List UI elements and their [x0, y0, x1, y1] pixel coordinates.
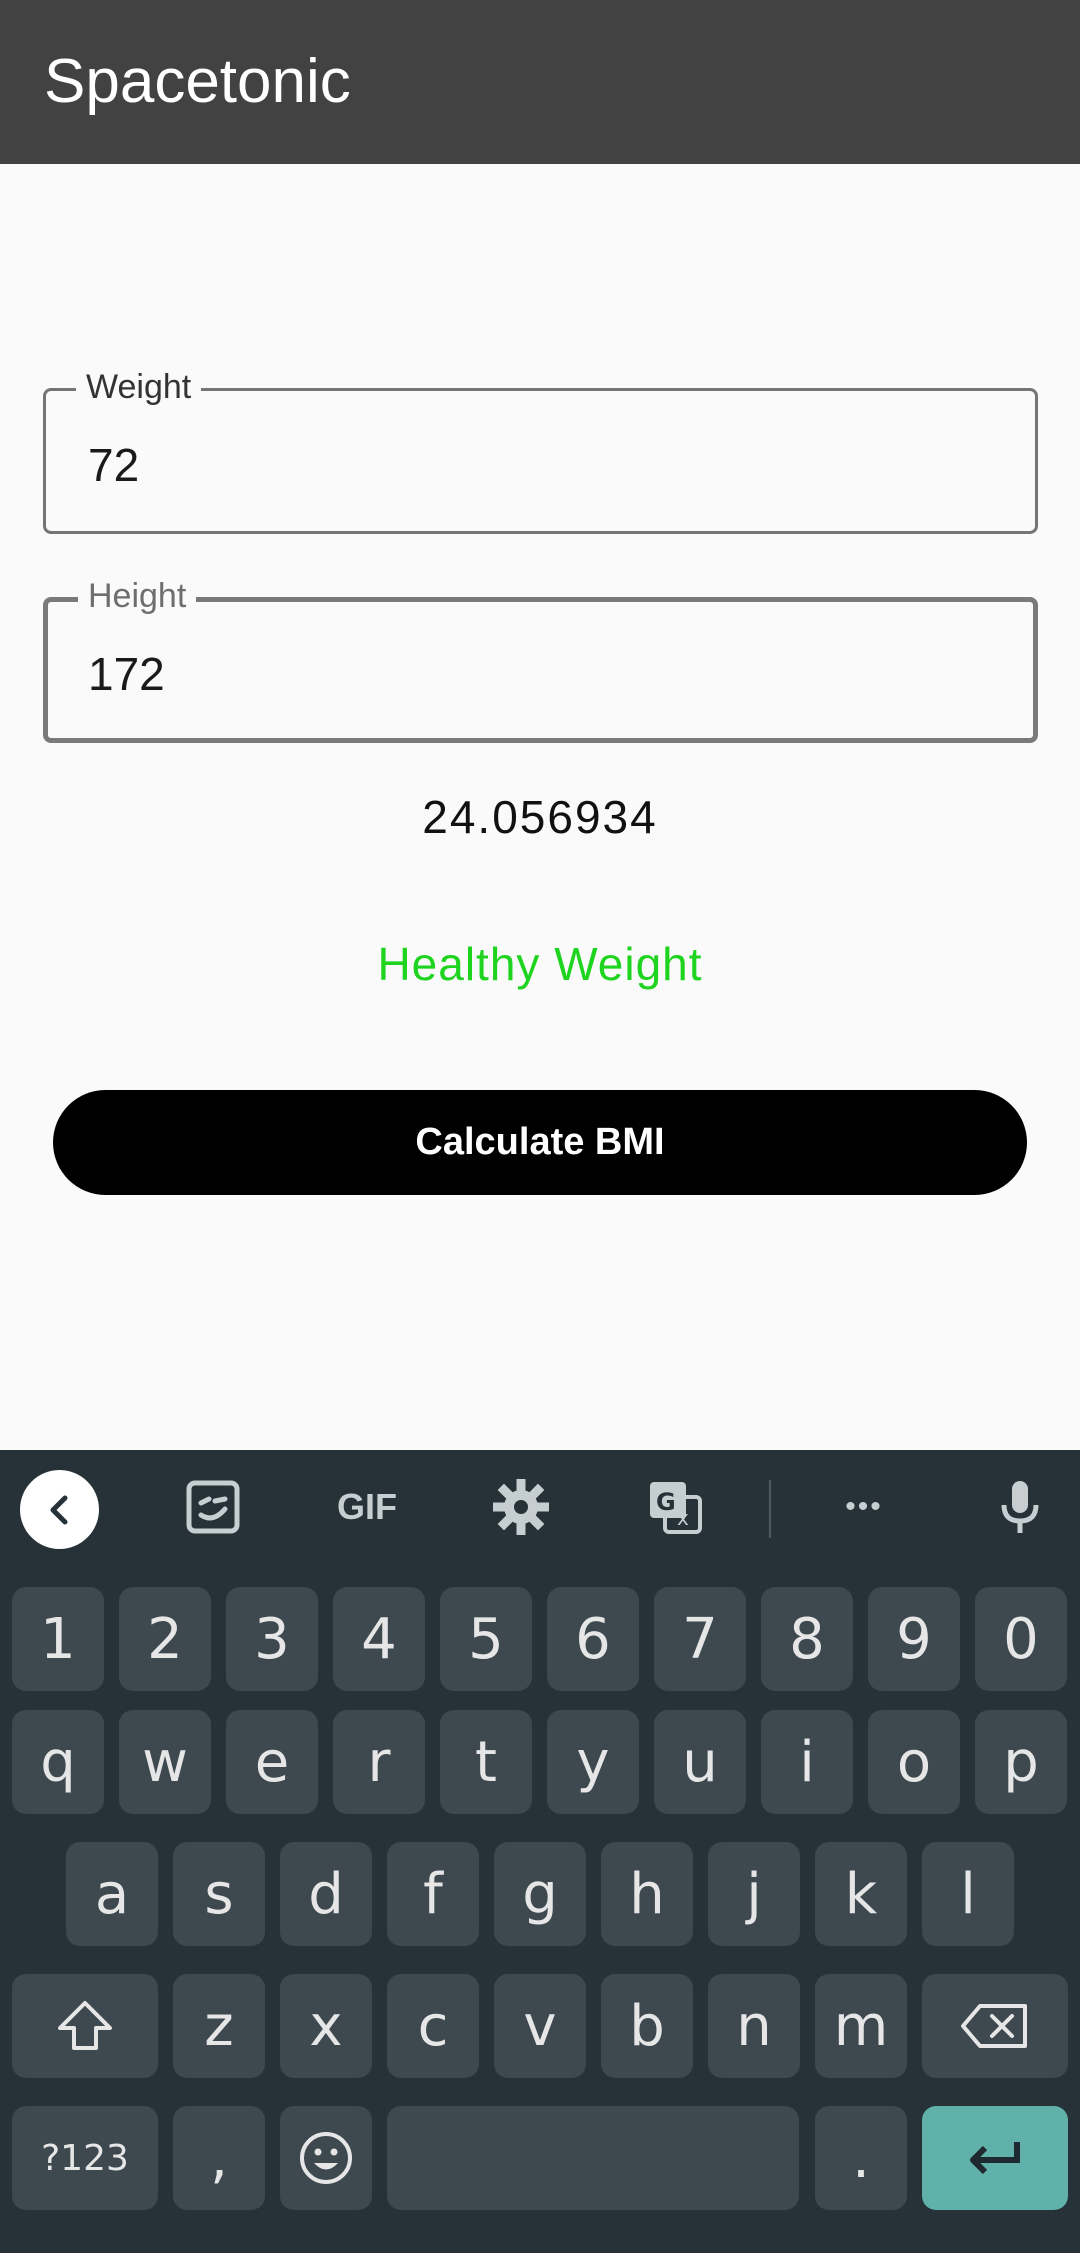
key-q[interactable]: q: [12, 1710, 104, 1814]
key-3[interactable]: 3: [226, 1587, 318, 1691]
enter-icon: [970, 2142, 1020, 2175]
gif-icon[interactable]: GIF: [327, 1472, 407, 1542]
backspace-key[interactable]: [922, 1974, 1068, 2078]
symbols-key[interactable]: ?123: [12, 2106, 158, 2210]
app-bar: Spacetonic: [0, 0, 1080, 164]
key-0[interactable]: 0: [975, 1587, 1067, 1691]
enter-key[interactable]: [922, 2106, 1068, 2210]
svg-text:G: G: [656, 1488, 676, 1516]
key-v[interactable]: v: [494, 1974, 586, 2078]
key-7[interactable]: 7: [654, 1587, 746, 1691]
keyboard-toolbar: GIF Gx •••: [0, 1450, 1080, 1565]
sticker-icon[interactable]: [173, 1472, 253, 1542]
emoji-icon: [300, 2132, 352, 2184]
key-n[interactable]: n: [708, 1974, 800, 2078]
key-e[interactable]: e: [226, 1710, 318, 1814]
shift-icon: [58, 2001, 112, 2050]
key-f[interactable]: f: [387, 1842, 479, 1946]
key-u[interactable]: u: [654, 1710, 746, 1814]
key-s[interactable]: s: [173, 1842, 265, 1946]
key-5[interactable]: 5: [440, 1587, 532, 1691]
key-j[interactable]: j: [708, 1842, 800, 1946]
key-k[interactable]: k: [815, 1842, 907, 1946]
key-p[interactable]: p: [975, 1710, 1067, 1814]
toolbar-divider: [769, 1480, 771, 1538]
key-i[interactable]: i: [761, 1710, 853, 1814]
bmi-status: Healthy Weight: [377, 938, 703, 990]
key-h[interactable]: h: [601, 1842, 693, 1946]
height-field[interactable]: Height 172: [43, 574, 1038, 743]
emoji-key[interactable]: [280, 2106, 372, 2210]
backspace-icon: [961, 2004, 1027, 2048]
key-d[interactable]: d: [280, 1842, 372, 1946]
key-m[interactable]: m: [815, 1974, 907, 2078]
key-b[interactable]: b: [601, 1974, 693, 2078]
key-9[interactable]: 9: [868, 1587, 960, 1691]
gif-label: GIF: [337, 1486, 397, 1527]
settings-icon[interactable]: [481, 1472, 561, 1542]
key-8[interactable]: 8: [761, 1587, 853, 1691]
space-key[interactable]: [387, 2106, 799, 2210]
key-4[interactable]: 4: [333, 1587, 425, 1691]
shift-key[interactable]: [12, 1974, 158, 2078]
app-title: Spacetonic: [44, 47, 351, 116]
key-x[interactable]: x: [280, 1974, 372, 2078]
period-key[interactable]: .: [815, 2106, 907, 2210]
bmi-value: 24.056934: [422, 791, 658, 843]
more-icon[interactable]: •••: [824, 1472, 904, 1542]
more-label: •••: [845, 1490, 883, 1523]
comma-key[interactable]: ,: [173, 2106, 265, 2210]
svg-text:x: x: [677, 1506, 689, 1530]
key-1[interactable]: 1: [12, 1587, 104, 1691]
key-w[interactable]: w: [119, 1710, 211, 1814]
key-o[interactable]: o: [868, 1710, 960, 1814]
key-y[interactable]: y: [547, 1710, 639, 1814]
weight-input[interactable]: 72: [88, 437, 139, 493]
weight-field[interactable]: Weight 72: [43, 365, 1038, 534]
translate-icon[interactable]: Gx: [635, 1472, 715, 1542]
back-arrow-icon[interactable]: [20, 1470, 99, 1549]
key-2[interactable]: 2: [119, 1587, 211, 1691]
keyboard: GIF Gx ••• 1 2 3 4 5 6 7 8 9 0 q w e r t…: [0, 1450, 1080, 2253]
weight-label: Weight: [76, 365, 202, 409]
key-c[interactable]: c: [387, 1974, 479, 2078]
key-r[interactable]: r: [333, 1710, 425, 1814]
key-z[interactable]: z: [173, 1974, 265, 2078]
height-input[interactable]: 172: [88, 646, 165, 702]
height-label: Height: [78, 574, 197, 618]
key-l[interactable]: l: [922, 1842, 1014, 1946]
calculate-bmi-button[interactable]: Calculate BMI: [53, 1090, 1027, 1195]
key-g[interactable]: g: [494, 1842, 586, 1946]
microphone-icon[interactable]: [980, 1472, 1060, 1542]
key-a[interactable]: a: [66, 1842, 158, 1946]
key-6[interactable]: 6: [547, 1587, 639, 1691]
key-t[interactable]: t: [440, 1710, 532, 1814]
